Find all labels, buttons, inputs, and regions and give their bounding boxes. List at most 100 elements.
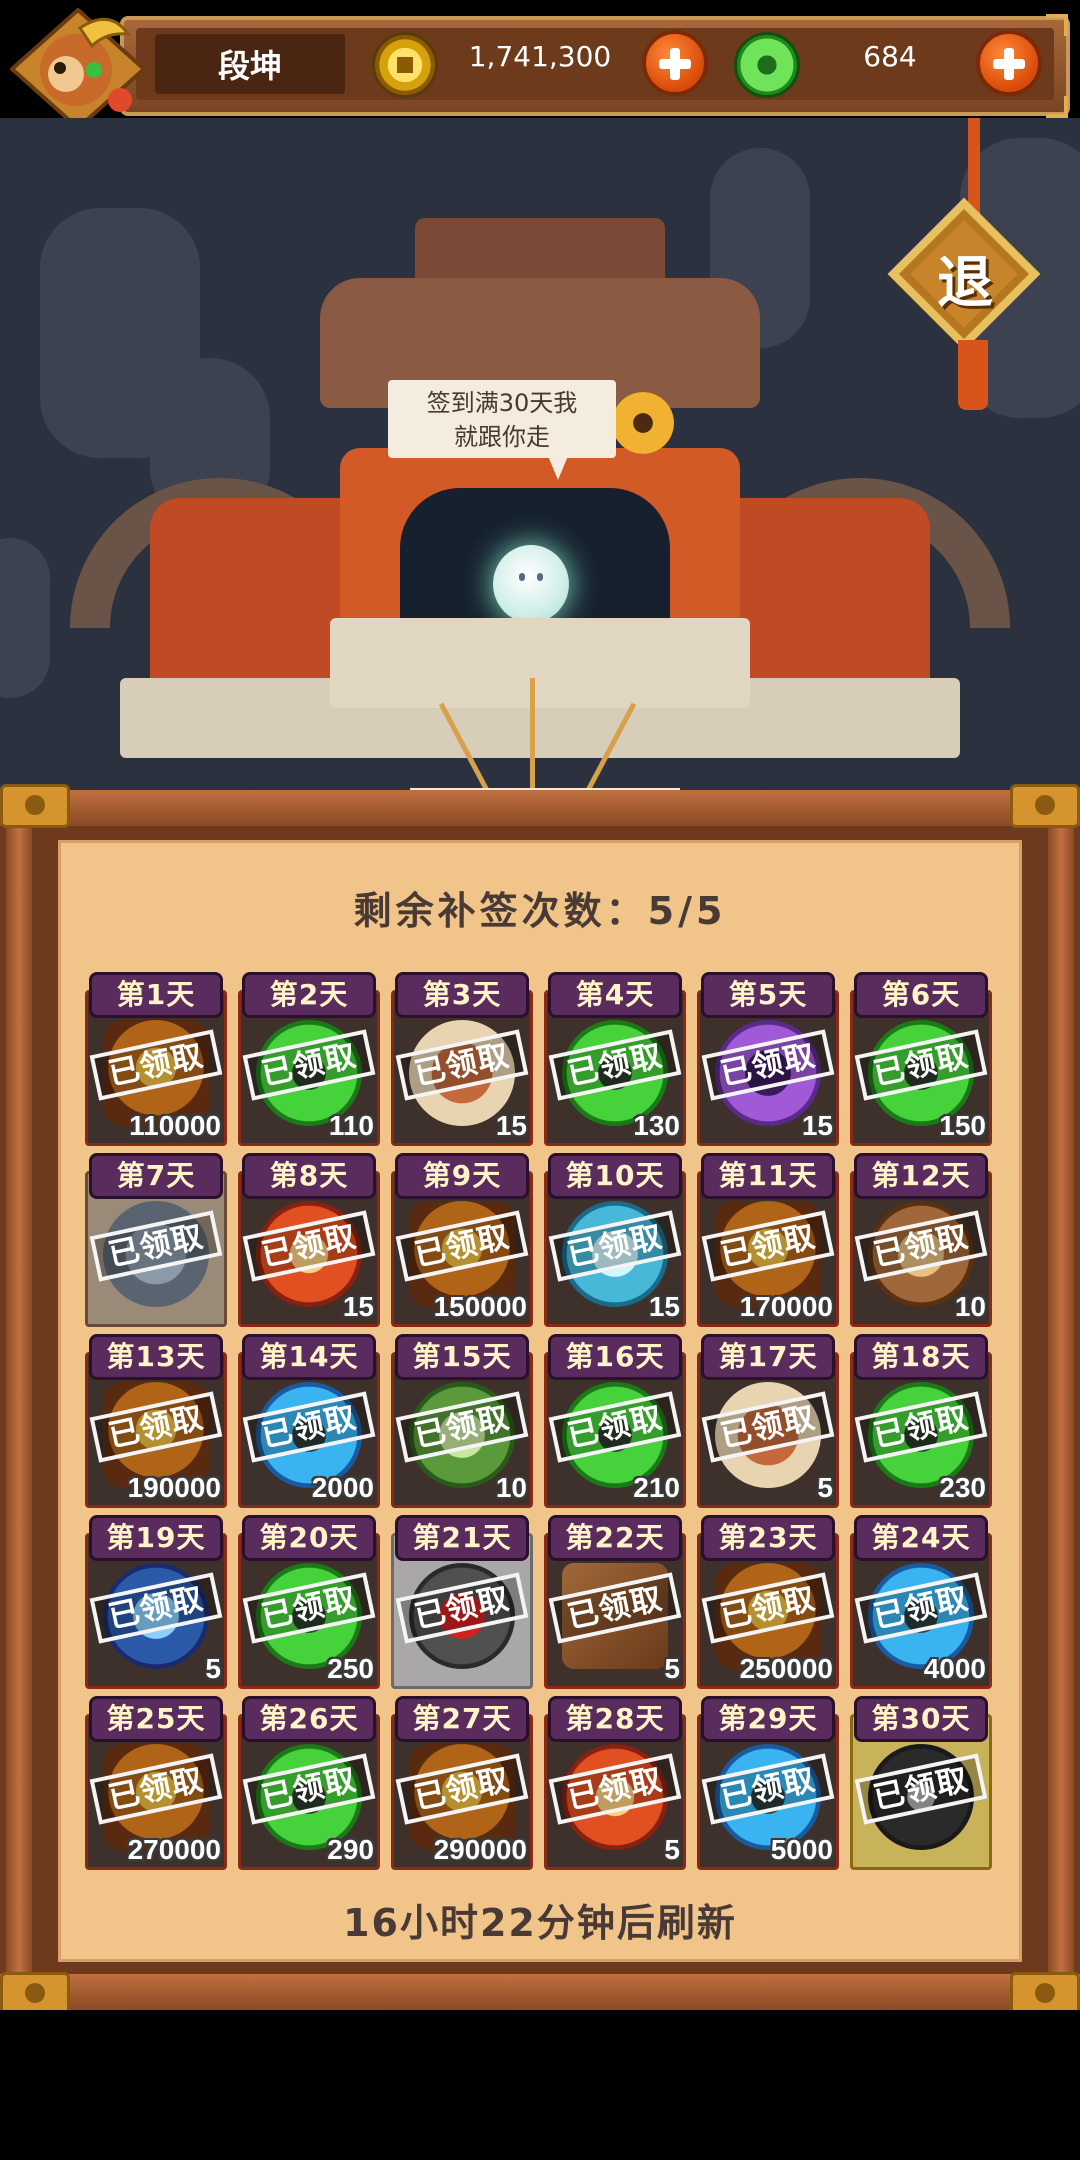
exit-tassel: [958, 340, 988, 410]
reward-quantity: 5: [664, 1653, 680, 1684]
day-cell[interactable]: 第20天 已领取 250: [238, 1515, 380, 1689]
spirit-eye: [537, 573, 543, 581]
reward-quantity: 5: [817, 1472, 833, 1503]
day-cell[interactable]: 第26天 已领取 290: [238, 1696, 380, 1870]
day-label: 第23天: [701, 1515, 835, 1561]
day-label: 第19天: [89, 1515, 223, 1561]
reward-quantity: 110000: [129, 1110, 221, 1141]
coin-ornament-icon: [612, 392, 674, 454]
day-cell[interactable]: 第19天 已领取 5: [85, 1515, 227, 1689]
day-label: 第8天: [242, 1153, 376, 1199]
day-cell[interactable]: 第15天 已领取 10: [391, 1334, 533, 1508]
reward-quantity: 5000: [770, 1834, 833, 1865]
day-label: 第24天: [854, 1515, 988, 1561]
reward-quantity: 190000: [127, 1472, 221, 1503]
day-cell[interactable]: 第29天 已领取 5000: [697, 1696, 839, 1870]
day-cell[interactable]: 第18天 已领取 230: [850, 1334, 992, 1508]
day-label: 第27天: [395, 1696, 529, 1742]
reward-quantity: 5: [205, 1653, 221, 1684]
speech-line-1: 签到满30天我: [426, 389, 578, 417]
day-cell[interactable]: 第25天 已领取 270000: [85, 1696, 227, 1870]
player-avatar[interactable]: [8, 7, 148, 131]
reward-quantity: 2000: [311, 1472, 374, 1503]
frame-rail-bottom: [0, 1974, 1080, 2010]
day-label: 第25天: [89, 1696, 223, 1742]
reward-quantity: 170000: [739, 1291, 833, 1322]
day-label: 第7天: [89, 1153, 223, 1199]
reward-quantity: 15: [801, 1110, 833, 1141]
refresh-timer: 16小时22分钟后刷新: [343, 1901, 737, 1945]
reward-quantity: 290: [327, 1834, 374, 1865]
day-cell[interactable]: 第13天 已领取 190000: [85, 1334, 227, 1508]
day-label: 第26天: [242, 1696, 376, 1742]
day-label: 第9天: [395, 1153, 529, 1199]
exit-label: 退: [937, 251, 993, 316]
bottom-area: [0, 2010, 1080, 2160]
day-cell[interactable]: 第6天 已领取 150: [850, 972, 992, 1146]
day-label: 第22天: [548, 1515, 682, 1561]
day-cell[interactable]: 第2天 已领取 110: [238, 972, 380, 1146]
reward-quantity: 150: [939, 1110, 986, 1141]
lantern: [0, 538, 50, 698]
add-gold-button[interactable]: [642, 30, 708, 96]
reward-quantity: 110: [328, 1110, 374, 1141]
monkey-avatar-icon: [8, 7, 148, 131]
day-label: 第5天: [701, 972, 835, 1018]
top-bar: 段坤 1,741,300 684: [0, 0, 1080, 131]
day-label: 第30天: [854, 1696, 988, 1742]
jade-coin-icon: [734, 32, 800, 98]
frame-post-right: [1048, 790, 1074, 2010]
day-cell[interactable]: 第12天 已领取 10: [850, 1153, 992, 1327]
day-label: 第2天: [242, 972, 376, 1018]
day-cell[interactable]: 第24天 已领取 4000: [850, 1515, 992, 1689]
day-label: 第12天: [854, 1153, 988, 1199]
day-cell[interactable]: 第23天 已领取 250000: [697, 1515, 839, 1689]
day-label: 第16天: [548, 1334, 682, 1380]
day-cell[interactable]: 第22天 已领取 5: [544, 1515, 686, 1689]
reward-quantity: 210: [633, 1472, 680, 1503]
incense-stick: [530, 678, 535, 788]
day-label: 第10天: [548, 1153, 682, 1199]
day-grid: 第1天 已领取 110000 第2天 已领取 110 第3天 已领取 15 第4天 已领取 130 第5…: [85, 972, 997, 1877]
day-cell[interactable]: 第5天 已领取 15: [697, 972, 839, 1146]
gold-amount: 1,741,300: [468, 40, 612, 73]
day-label: 第18天: [854, 1334, 988, 1380]
day-label: 第28天: [548, 1696, 682, 1742]
day-cell[interactable]: 第27天 已领取 290000: [391, 1696, 533, 1870]
jade-amount: 684: [863, 40, 917, 73]
reward-quantity: 130: [633, 1110, 680, 1141]
day-cell[interactable]: 第17天 已领取 5: [697, 1334, 839, 1508]
reward-quantity: 10: [954, 1291, 986, 1322]
speech-bubble: 签到满30天我 就跟你走: [388, 380, 616, 480]
day-cell[interactable]: 第7天 已领取: [85, 1153, 227, 1327]
day-cell[interactable]: 第10天 已领取 15: [544, 1153, 686, 1327]
reward-quantity: 15: [495, 1110, 527, 1141]
day-cell[interactable]: 第16天 已领取 210: [544, 1334, 686, 1508]
day-label: 第17天: [701, 1334, 835, 1380]
reward-quantity: 230: [939, 1472, 986, 1503]
day-cell[interactable]: 第4天 已领取 130: [544, 972, 686, 1146]
day-cell[interactable]: 第14天 已领取 2000: [238, 1334, 380, 1508]
remaining-makeup-count: 剩余补签次数：5/5: [58, 880, 1022, 935]
remaining-label: 剩余补签次数：: [353, 889, 648, 933]
day-label: 第15天: [395, 1334, 529, 1380]
day-cell[interactable]: 第3天 已领取 15: [391, 972, 533, 1146]
reward-quantity: 290000: [433, 1834, 527, 1865]
spirit-character[interactable]: [493, 545, 569, 623]
add-jade-button[interactable]: [976, 30, 1042, 96]
reward-quantity: 5: [664, 1834, 680, 1865]
exit-button[interactable]: 退: [887, 197, 1041, 351]
day-cell[interactable]: 第30天 已领取: [850, 1696, 992, 1870]
temple-altar: [330, 618, 750, 708]
reward-quantity: 15: [342, 1291, 374, 1322]
day-cell[interactable]: 第1天 已领取 110000: [85, 972, 227, 1146]
player-name: 段坤: [155, 34, 345, 94]
day-cell[interactable]: 第9天 已领取 150000: [391, 1153, 533, 1327]
day-label: 第13天: [89, 1334, 223, 1380]
frame-cap: [1010, 784, 1080, 828]
day-cell[interactable]: 第28天 已领取 5: [544, 1696, 686, 1870]
day-cell[interactable]: 第21天 已领取: [391, 1515, 533, 1689]
day-cell[interactable]: 第8天 已领取 15: [238, 1153, 380, 1327]
day-label: 第21天: [395, 1515, 529, 1561]
day-cell[interactable]: 第11天 已领取 170000: [697, 1153, 839, 1327]
